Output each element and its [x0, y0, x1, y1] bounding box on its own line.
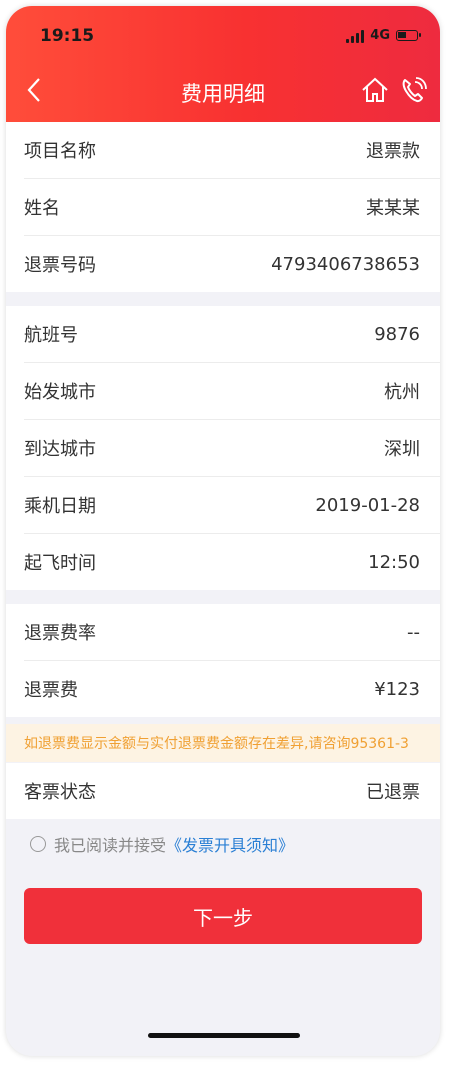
order-info-section: 项目名称 退票款 姓名 某某某 退票号码 4793406738653 [6, 122, 440, 292]
info-row: 始发城市 杭州 [24, 363, 440, 420]
row-label: 起飞时间 [24, 553, 96, 574]
agreement-row: 我已阅读并接受 《发票开具须知》 [30, 832, 294, 856]
row-value: 退票款 [366, 141, 420, 162]
next-step-button[interactable]: 下一步 [24, 888, 422, 944]
ticket-status-section: 客票状态 已退票 [6, 763, 440, 819]
row-value: 深圳 [384, 439, 420, 460]
info-row: 项目名称 退票款 [24, 122, 440, 179]
row-value: ¥123 [374, 678, 420, 700]
row-label: 到达城市 [24, 439, 96, 460]
info-row: 退票费 ¥123 [24, 661, 440, 717]
fee-notice: 如退票费显示金额与实付退票费金额存在差异,请咨询95361-3 [6, 724, 440, 762]
header-bar: 19:15 4G 费用明细 [6, 6, 440, 122]
info-row: 姓名 某某某 [24, 179, 440, 236]
phone-screen: 19:15 4G 费用明细 项目名称 退票款 姓名 某某某 退票号码 47934… [6, 6, 440, 1056]
home-icon [362, 77, 388, 102]
row-label: 航班号 [24, 325, 78, 346]
row-label: 退票号码 [24, 255, 96, 276]
row-value: 9876 [374, 323, 420, 345]
info-row: 退票费率 -- [24, 604, 440, 661]
signal-icon [346, 29, 365, 43]
row-label: 客票状态 [24, 782, 96, 803]
row-value: 12:50 [368, 551, 420, 573]
home-button[interactable] [360, 76, 390, 104]
status-time: 19:15 [40, 26, 95, 46]
phone-icon [402, 77, 427, 103]
info-row: 乘机日期 2019-01-28 [24, 477, 440, 534]
home-indicator [148, 1033, 300, 1038]
row-label: 始发城市 [24, 382, 96, 403]
row-value: 杭州 [384, 382, 420, 403]
invoice-notice-link[interactable]: 《发票开具须知》 [166, 832, 294, 856]
row-label: 项目名称 [24, 141, 96, 162]
row-label: 姓名 [24, 198, 60, 219]
agree-checkbox[interactable] [30, 836, 46, 852]
row-value: 2019-01-28 [315, 494, 420, 516]
status-indicators: 4G [346, 28, 421, 43]
row-value: 已退票 [366, 782, 420, 803]
network-label: 4G [370, 28, 390, 43]
call-button[interactable] [398, 76, 428, 104]
info-row: 退票号码 4793406738653 [24, 236, 440, 292]
row-label: 退票费率 [24, 623, 96, 644]
row-label: 乘机日期 [24, 496, 96, 517]
flight-info-section: 航班号 9876 始发城市 杭州 到达城市 深圳 乘机日期 2019-01-28… [6, 306, 440, 590]
row-value: -- [407, 621, 420, 643]
row-value: 4793406738653 [271, 253, 420, 275]
fee-section: 退票费率 -- 退票费 ¥123 [6, 604, 440, 717]
row-label: 退票费 [24, 680, 78, 701]
info-row: 客票状态 已退票 [24, 763, 440, 819]
row-value: 某某某 [366, 198, 420, 219]
info-row: 起飞时间 12:50 [24, 534, 440, 590]
info-row: 航班号 9876 [24, 306, 440, 363]
battery-icon [396, 30, 421, 41]
agreement-text: 我已阅读并接受 [54, 836, 167, 855]
info-row: 到达城市 深圳 [24, 420, 440, 477]
